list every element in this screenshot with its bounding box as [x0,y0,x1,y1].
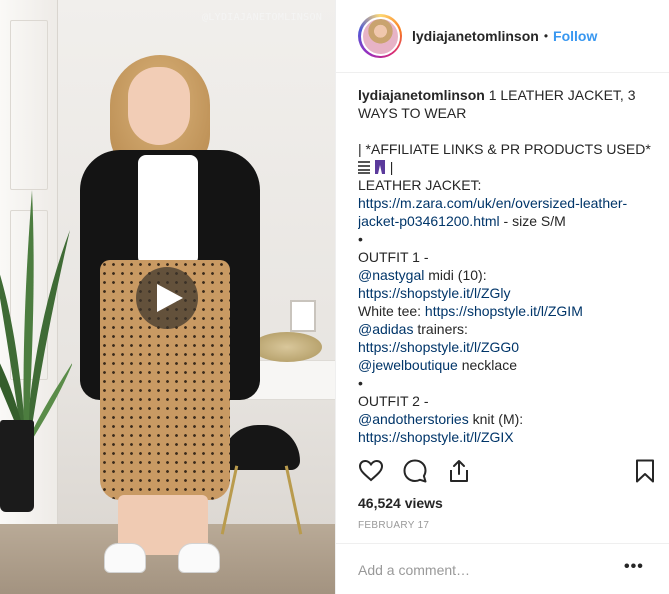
caption-affiliate-line: | *AFFILIATE LINKS & PR PRODUCTS USED* [358,140,658,158]
caption-outfit2-label: OUTFIT 2 - [358,393,429,409]
caption-affiliate-end: | [385,159,394,175]
post-date[interactable]: FEBRUARY 17 [358,520,429,531]
header-separator: • [543,29,549,43]
caption-nastygal-link-line: https://shopstyle.it/l/ZGly [358,284,658,302]
play-button[interactable] [136,267,198,329]
caption-adidas-text: trainers: [413,321,468,337]
caption-title-line: lydiajanetomlinson 1 LEATHER JACKET, 3 W… [358,86,658,122]
caption-author[interactable]: lydiajanetomlinson [358,87,485,103]
caption-andother-handle[interactable]: @andotherstories [358,411,469,427]
caption-adidas-handle[interactable]: @adidas [358,321,413,337]
caption-whitetee-text: White tee: [358,303,425,319]
media-watermark: @LYDIAJANETOMLINSON [202,12,323,23]
photo-pot [0,420,34,512]
jeans-emoji-icon [374,160,385,174]
caption-gap [358,122,658,140]
caption-affiliate-note: | *AFFILIATE LINKS & PR PRODUCTS USED* [358,141,651,157]
caption-nastygal-link[interactable]: https://shopstyle.it/l/ZGly [358,285,511,301]
caption-jacket-label: LEATHER JACKET: [358,177,482,193]
caption-whitetee-line: White tee: https://shopstyle.it/l/ZGIM [358,302,658,320]
bookmark-icon[interactable] [632,458,658,484]
caption-outfit1-label: OUTFIT 1 - [358,249,429,265]
avatar-story-ring[interactable] [358,14,402,58]
caption-bullet: • [358,375,363,391]
header-username[interactable]: lydiajanetomlinson [412,28,539,44]
caption-jacket-link[interactable]: https://m.zara.com/uk/en/oversized-leath… [358,195,627,229]
caption-andother-text: knit (M): [468,411,524,427]
caption-nastygal-line: @nastygal midi (10): [358,266,658,284]
photo-plant [0,190,72,440]
comment-input[interactable] [358,559,598,581]
comment-bar: ••• [336,543,669,594]
caption-adidas-link-line: https://shopstyle.it/l/ZGG0 [358,338,658,356]
caption-adidas-line: @adidas trainers: [358,320,658,338]
follow-button[interactable]: Follow [553,28,597,44]
caption-jewel-text: necklace [457,357,517,373]
play-icon [156,284,183,312]
post-caption: lydiajanetomlinson 1 LEATHER JACKET, 3 W… [358,86,658,448]
caption-emoji-line: | [358,158,658,176]
clothes-emoji-icon [358,161,370,174]
post-header: lydiajanetomlinson • Follow [336,0,669,73]
post-details-panel: lydiajanetomlinson • Follow lydiajanetom… [335,0,669,594]
comment-icon[interactable] [402,458,428,484]
caption-nastygal-handle[interactable]: @nastygal [358,267,424,283]
caption-whitetee-link[interactable]: https://shopstyle.it/l/ZGIM [425,303,583,319]
avatar[interactable] [360,16,400,56]
post-media[interactable]: @LYDIAJANETOMLINSON [0,0,335,594]
post-actions [358,458,658,488]
caption-jewel-line: @jewelboutique necklace [358,356,658,374]
photo-frame [290,300,316,332]
caption-andother-link[interactable]: https://shopstyle.it/l/ZGIX [358,429,514,445]
caption-andother-line: @andotherstories knit (M): [358,410,658,428]
heart-icon[interactable] [358,458,384,484]
caption-jewel-handle[interactable]: @jewelboutique [358,357,458,373]
caption-nastygal-text: midi (10): [424,267,487,283]
caption-jacket-line: https://m.zara.com/uk/en/oversized-leath… [358,194,658,230]
caption-adidas-link[interactable]: https://shopstyle.it/l/ZGG0 [358,339,519,355]
share-icon[interactable] [446,458,472,484]
caption-andother-link-line: https://shopstyle.it/l/ZGIX [358,428,658,446]
caption-bullet: • [358,231,363,247]
view-count[interactable]: 46,524 views [358,495,443,511]
caption-jacket-size: - size S/M [499,213,566,229]
more-options-icon[interactable]: ••• [624,558,644,576]
